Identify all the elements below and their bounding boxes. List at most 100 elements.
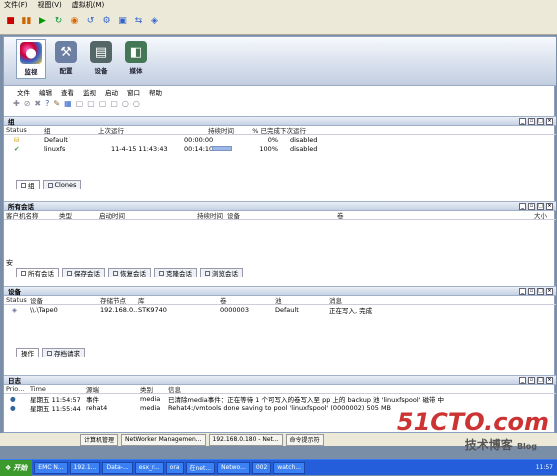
maximize-icon[interactable]: □ [537,376,544,384]
col-pool[interactable]: 池 [275,295,329,305]
col-status[interactable]: Status [4,296,30,304]
view-icon[interactable]: ▦ [64,99,72,108]
col-device[interactable]: 设备 [227,210,337,220]
tab-all-sessions[interactable]: 所有会话 [16,268,59,278]
col-group[interactable]: 组 [30,125,98,135]
app-menu-view[interactable]: 查看 [61,87,74,97]
delete-icon[interactable]: ✖ [34,99,41,108]
close-icon[interactable]: × [546,376,553,384]
col-storage-node[interactable]: 存储节点 [100,295,138,305]
guest-task-cmd[interactable]: 命令提示符 [285,433,324,446]
guest-task-networker[interactable]: NetWorker Managemen... [121,433,206,446]
col-volume[interactable]: 卷 [220,295,275,305]
col-library[interactable]: 库 [138,295,220,305]
col-volume[interactable]: 卷 [337,210,534,220]
cancel-icon[interactable]: ▢ [110,99,118,108]
media-tool[interactable]: ◧ 媒体 [121,41,151,75]
col-percent[interactable]: % 已完成 [238,125,280,135]
maximize-icon[interactable]: □ [537,202,544,210]
play-icon[interactable]: ▶ [36,15,49,28]
add-icon[interactable]: ✚ [13,99,20,108]
col-status[interactable]: Status [4,126,30,134]
tab-operations[interactable]: 操作 [16,348,39,358]
console-icon[interactable]: ◈ [148,15,161,28]
table-row[interactable]: ✔ linuxfs 11-4-15 11:43:43 00:14:10 100%… [4,144,556,153]
guest-task-networker-ip[interactable]: 192.168.0.180 - Net... [208,433,283,446]
start-icon[interactable]: ▢ [76,99,84,108]
revert-icon[interactable]: ↺ [84,15,97,28]
app-menu-monitor[interactable]: 监视 [83,87,96,97]
close-icon[interactable]: × [546,117,553,125]
minimize-icon[interactable]: _ [519,376,526,384]
task-item[interactable]: esx_r... [134,461,164,474]
snapshot-icon[interactable]: ◉ [68,15,81,28]
fullscreen-icon[interactable]: ▣ [116,15,129,28]
col-next-run[interactable]: 下次运行 [280,125,320,135]
stop-icon[interactable]: ■ [4,15,17,28]
tab-save-sessions[interactable]: 保存会话 [62,268,105,278]
restart-icon[interactable]: ▢ [99,99,107,108]
restore-icon[interactable]: ▫ [528,202,535,210]
task-item[interactable]: watch... [273,461,306,474]
stop-icon[interactable]: ▢ [87,99,95,108]
col-last-run[interactable]: 上次运行 [98,125,178,135]
devices-tool[interactable]: ▤ 设备 [86,41,116,75]
app-menu-edit[interactable]: 编辑 [39,87,52,97]
find-next-icon[interactable]: ○ [133,99,140,108]
task-item[interactable]: 在net... [185,461,216,474]
col-source[interactable]: 源端 [86,384,140,394]
col-client[interactable]: 客户机名称 [4,210,59,220]
table-row[interactable]: ⛁ Default 00:00:00 0% disabled [4,135,556,144]
find-icon[interactable]: ○ [122,99,129,108]
guest-task-computer-mgmt[interactable]: 计算机管理 [80,433,119,446]
tab-archive-requests[interactable]: 存档请求 [42,348,85,358]
task-item[interactable]: EMC N... [34,461,68,474]
col-size[interactable]: 大小 [534,210,554,220]
wrench-icon[interactable]: ✎ [53,99,60,108]
close-icon[interactable]: × [546,287,553,295]
task-item[interactable]: Netwo... [217,461,250,474]
monitor-tool[interactable]: ● 监视 [16,39,46,79]
table-row[interactable]: ● 星期五 11:54:57 事件 media 已清除media事件：正在等待 … [4,394,556,404]
start-button[interactable]: ❖ 开始 [0,459,33,476]
col-time[interactable]: Time [26,385,86,393]
maximize-icon[interactable]: □ [537,287,544,295]
tab-browse-sessions[interactable]: 浏览会话 [200,268,243,278]
restore-icon[interactable]: ▫ [528,117,535,125]
restore-icon[interactable]: ▫ [528,287,535,295]
app-menu-window[interactable]: 窗口 [127,87,140,97]
col-device[interactable]: 设备 [30,295,100,305]
quick-switch-icon[interactable]: ⇆ [132,15,145,28]
minimize-icon[interactable]: _ [519,117,526,125]
tab-recover-sessions[interactable]: 恢复会话 [108,268,151,278]
minimize-icon[interactable]: _ [519,287,526,295]
remove-icon[interactable]: ⊘ [24,99,31,108]
col-category[interactable]: 类别 [140,384,168,394]
col-type[interactable]: 类型 [59,210,99,220]
minimize-icon[interactable]: _ [519,202,526,210]
col-priority[interactable]: Prio... [4,385,26,393]
app-menu-file[interactable]: 文件 [17,87,30,97]
task-item[interactable]: Data-... [102,461,133,474]
restore-icon[interactable]: ▫ [528,376,535,384]
help-icon[interactable]: ? [45,99,49,108]
tab-clone-sessions[interactable]: 克隆会话 [154,268,197,278]
task-item[interactable]: ora [165,461,184,474]
close-icon[interactable]: × [546,202,553,210]
table-row[interactable]: ◈ \\.\Tape0 192.168.0... STK9740 0000003… [4,305,556,315]
col-info[interactable]: 信息 [168,384,468,394]
col-start-time[interactable]: 启动时间 [99,210,197,220]
manage-icon[interactable]: ⚙ [100,15,113,28]
col-duration[interactable]: 持续时间 [197,210,227,220]
app-menu-help[interactable]: 帮助 [149,87,162,97]
pause-icon[interactable]: ▮▮ [20,15,33,28]
task-item[interactable]: 002 [251,461,272,474]
config-tool[interactable]: ⚒ 配置 [51,41,81,75]
tab-groups[interactable]: 组 [16,180,40,190]
task-item[interactable]: 192.1... [69,461,101,474]
maximize-icon[interactable]: □ [537,117,544,125]
col-duration[interactable]: 持续时间 [178,125,238,135]
tab-clones[interactable]: Clones [42,180,82,189]
refresh-icon[interactable]: ↻ [52,15,65,28]
app-menu-start[interactable]: 启动 [105,87,118,97]
